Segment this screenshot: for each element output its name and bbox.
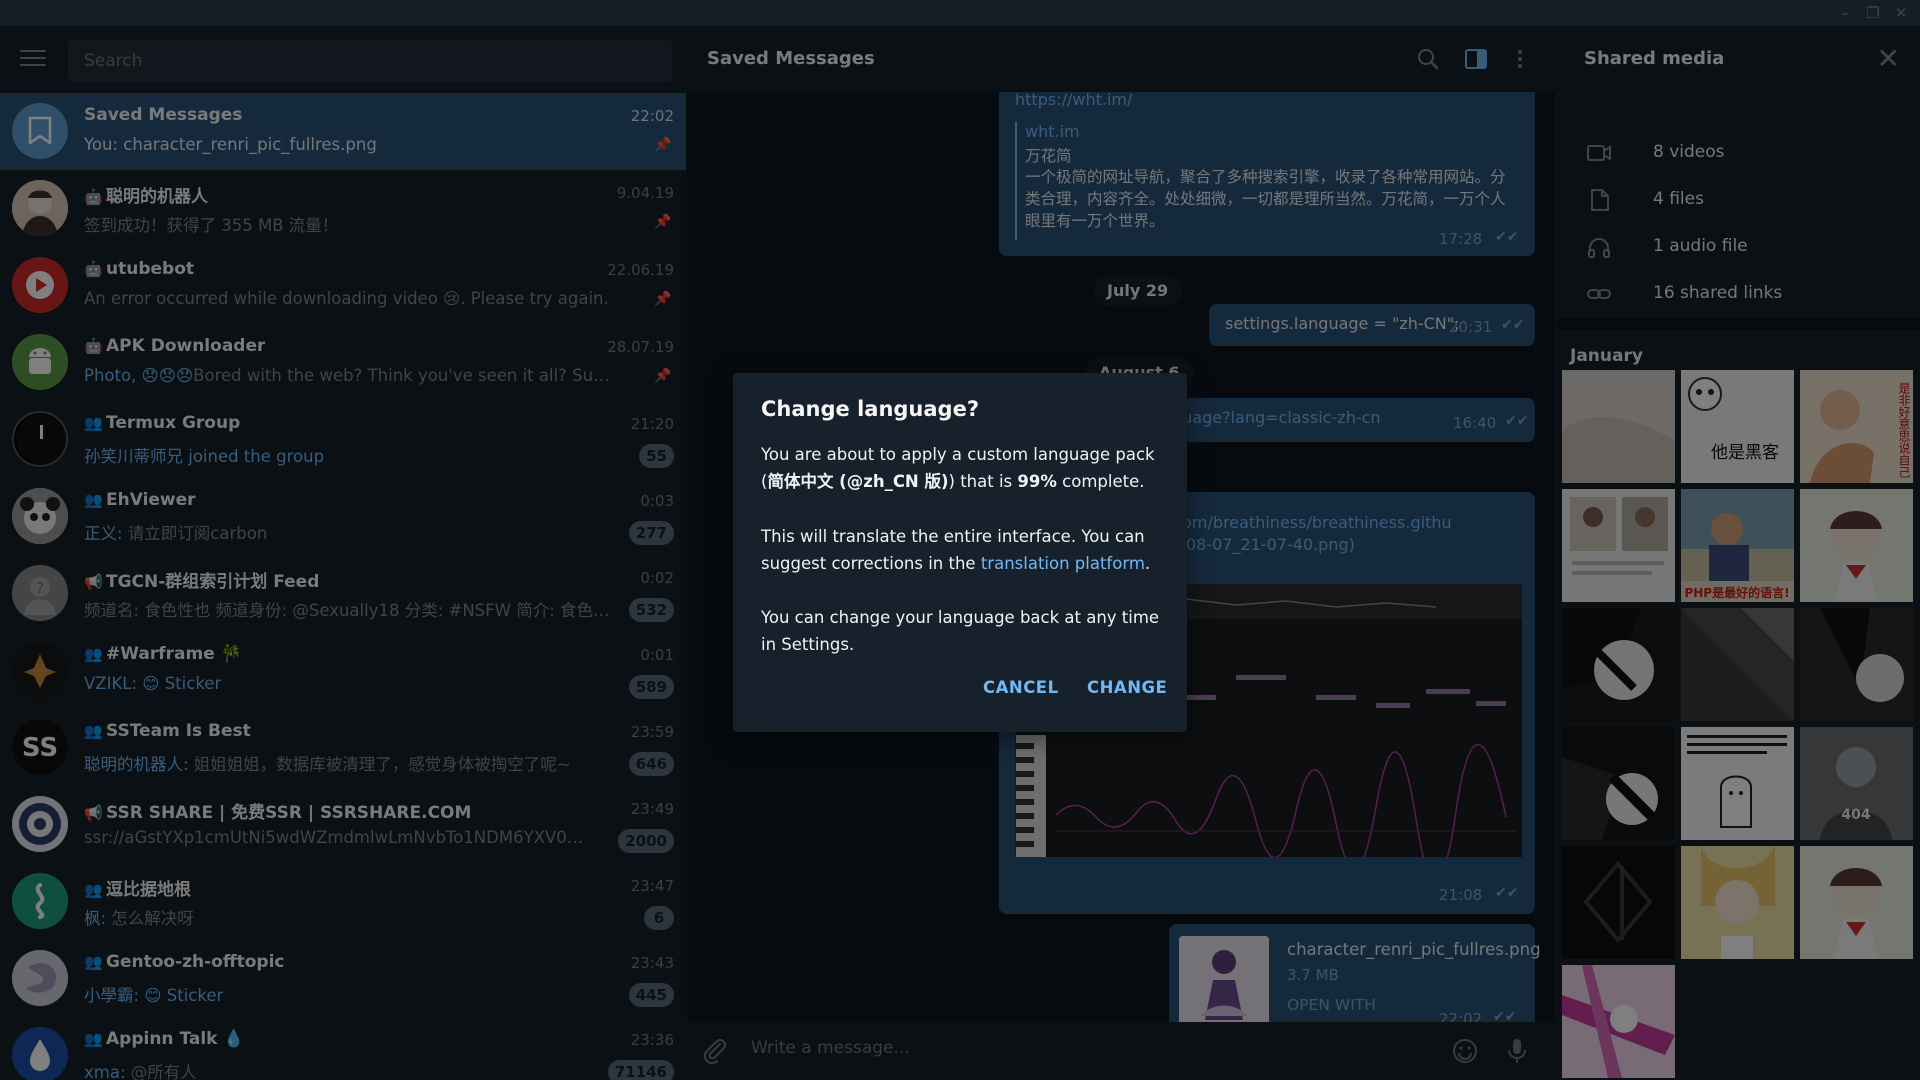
dialog-paragraph: You can change your language back at any…: [761, 608, 1160, 654]
dialog-paragraph: You are about to apply a custom language…: [761, 445, 1155, 491]
translation-platform-link[interactable]: translation platform: [981, 554, 1145, 573]
change-button[interactable]: CHANGE: [1087, 678, 1167, 697]
change-language-dialog: Change language? You are about to apply …: [733, 373, 1187, 732]
dialog-title: Change language?: [761, 397, 979, 421]
dialog-paragraph: This will translate the entire interface…: [761, 527, 1151, 573]
cancel-button[interactable]: CANCEL: [983, 678, 1059, 697]
